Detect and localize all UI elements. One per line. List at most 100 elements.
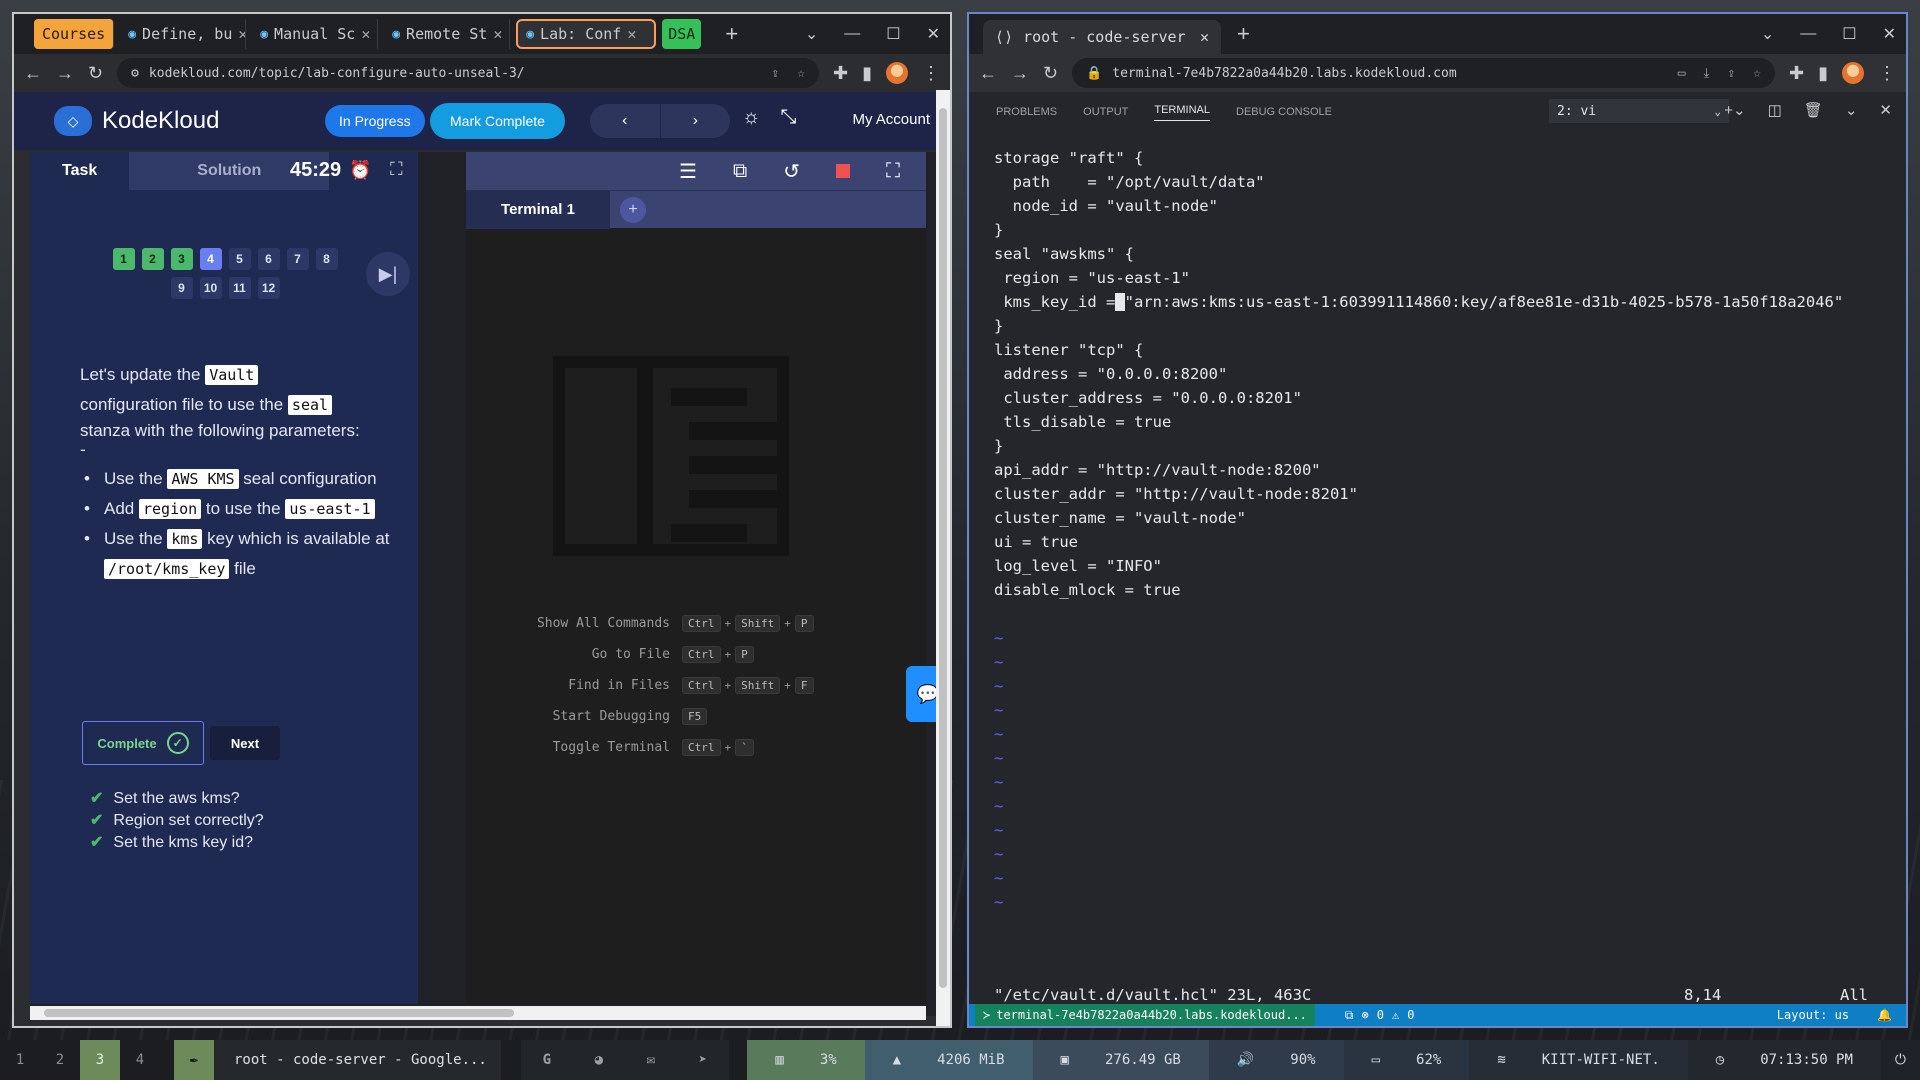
problems-indicator[interactable]: ⧉ ⊗ 0 ⚠ 0 (1345, 1008, 1415, 1023)
vertical-scrollbar[interactable] (936, 90, 950, 1026)
bookmark-star-icon[interactable]: ☆ (797, 66, 805, 81)
step-4[interactable]: 4 (199, 248, 222, 270)
close-tab-icon[interactable]: ✕ (627, 25, 636, 43)
fullscreen-icon[interactable]: ⛶ (886, 160, 900, 183)
lock-icon[interactable]: 🔒 (1086, 66, 1102, 81)
mail-icon[interactable]: ✉ (624, 1040, 677, 1080)
kodekloud-logo[interactable]: ◇ KodeKloud (54, 106, 219, 136)
trash-icon[interactable]: 🗑 (1804, 101, 1823, 119)
vim-editor[interactable]: storage "raft" { path = "/opt/vault/data… (969, 132, 1906, 1026)
power-icon[interactable]: ⏻ (1880, 1040, 1920, 1080)
mark-complete-button[interactable]: Mark Complete (430, 103, 565, 139)
tab-remote[interactable]: ◉ Remote St ✕ (384, 19, 511, 49)
tab-group-dsa[interactable]: DSA (662, 19, 702, 49)
theme-sun-icon[interactable]: ☼ (742, 106, 760, 129)
extensions-icon[interactable]: ✚ (1789, 63, 1804, 84)
tab-define[interactable]: ◉Define, bu✕ (120, 19, 247, 49)
tab-search-icon[interactable]: ⌄ (1761, 24, 1774, 44)
tab-terminal[interactable]: TERMINAL (1154, 104, 1210, 121)
prev-lesson-button[interactable]: ‹ (590, 104, 661, 138)
tab-debug-console[interactable]: DEBUG CONSOLE (1236, 106, 1332, 118)
tab-lab-active[interactable]: ◉ Lab: Conf ✕ (516, 19, 657, 49)
sidebar-icon[interactable]: ▮ (862, 63, 872, 84)
stop-icon[interactable] (836, 164, 850, 178)
close-window-icon[interactable]: ✕ (927, 24, 940, 44)
collapse-icon[interactable]: ⤡ (780, 106, 796, 129)
forward-icon[interactable]: → (56, 63, 74, 84)
share-icon[interactable]: ⇪ (1727, 66, 1735, 81)
step-2[interactable]: 2 (141, 248, 164, 270)
bookmark-star-icon[interactable]: ☆ (1753, 66, 1761, 81)
url-field[interactable]: ⚙ kodekloud.com/topic/lab-configure-auto… (117, 58, 819, 88)
close-tab-icon[interactable]: ✕ (361, 25, 370, 43)
reset-icon[interactable]: ↺ (783, 159, 800, 184)
step-5[interactable]: 5 (228, 248, 251, 270)
split-terminal-icon[interactable]: ◫ (1768, 101, 1782, 119)
step-11[interactable]: 11 (228, 277, 251, 299)
complete-button[interactable]: Complete ✓ (82, 721, 204, 765)
step-8[interactable]: 8 (315, 248, 338, 270)
next-button[interactable]: Next (210, 726, 280, 760)
step-3[interactable]: 3 (170, 248, 193, 270)
new-tab-icon[interactable]: + (725, 21, 738, 47)
back-icon[interactable]: ← (979, 63, 997, 84)
focused-window[interactable]: ✒ root - code-server - Google... (174, 1040, 501, 1080)
install-icon[interactable]: ⤓ (1704, 66, 1710, 81)
workspace-1[interactable]: 1 (0, 1040, 40, 1080)
minimize-icon[interactable]: — (844, 25, 860, 43)
skip-to-end-icon[interactable]: ▶| (366, 252, 410, 296)
profile-avatar-icon[interactable] (886, 62, 908, 84)
bell-icon[interactable]: 🔔 (1877, 1008, 1892, 1022)
close-tab-icon[interactable]: ✕ (493, 25, 502, 43)
tab-terminal-1[interactable]: Terminal 1 (466, 190, 610, 229)
tab-group-courses[interactable]: Courses (34, 19, 115, 49)
close-tab-icon[interactable]: ✕ (238, 25, 245, 43)
menu-kebab-icon[interactable]: ⋮ (1878, 63, 1896, 84)
sidebar-icon[interactable]: ▮ (1818, 63, 1828, 84)
remote-indicator[interactable]: ≻ terminal-7e4b7822a0a44b20.labs.kodeklou… (975, 1004, 1315, 1026)
workspace-2[interactable]: 2 (40, 1040, 80, 1080)
scroll-thumb[interactable] (939, 108, 947, 988)
wifi[interactable]: ≋ KIIT-WIFI-NET. (1469, 1040, 1688, 1080)
tab-task[interactable]: Task (30, 152, 129, 190)
step-9[interactable]: 9 (170, 277, 193, 299)
reload-icon[interactable]: ↻ (1043, 63, 1058, 84)
forward-icon[interactable]: → (1011, 63, 1029, 84)
keyboard-layout[interactable]: Layout: us (1777, 1008, 1849, 1022)
step-10[interactable]: 10 (199, 277, 222, 299)
tab-problems[interactable]: PROBLEMS (996, 106, 1057, 118)
new-terminal-icon[interactable]: +⌄ (1724, 101, 1745, 119)
hamburger-menu-icon[interactable]: ☰ (679, 159, 697, 184)
step-1[interactable]: 1 (112, 248, 135, 270)
maximize-icon[interactable]: ☐ (886, 24, 900, 44)
workspace-4[interactable]: 4 (120, 1040, 160, 1080)
close-window-icon[interactable]: ✕ (1883, 24, 1896, 44)
google-icon[interactable]: G (520, 1040, 573, 1080)
volume[interactable]: 🔊 90% (1208, 1040, 1344, 1080)
next-lesson-button[interactable]: › (661, 104, 731, 138)
site-info-icon[interactable]: ⚙ (131, 66, 139, 81)
step-12[interactable]: 12 (257, 277, 280, 299)
step-6[interactable]: 6 (257, 248, 280, 270)
close-panel-icon[interactable]: ✕ (1879, 101, 1892, 119)
cast-icon[interactable]: ▭ (1678, 66, 1686, 81)
tab-manual[interactable]: ◉ Manual Sc ✕ (252, 19, 379, 49)
workspace-3[interactable]: 3 (80, 1040, 120, 1080)
add-terminal-icon[interactable]: + (620, 196, 646, 223)
tab-output[interactable]: OUTPUT (1083, 106, 1128, 118)
minimize-icon[interactable]: — (1800, 25, 1816, 43)
url-field[interactable]: 🔒 terminal-7e4b7822a0a44b20.labs.kodeklo… (1072, 58, 1775, 88)
profile-avatar-icon[interactable] (1842, 62, 1864, 84)
chevron-down-icon[interactable]: ⌄ (1845, 101, 1858, 119)
menu-kebab-icon[interactable]: ⋮ (922, 63, 940, 84)
close-tab-icon[interactable]: ✕ (1200, 28, 1209, 46)
horizontal-scrollbar[interactable] (30, 1006, 926, 1020)
scroll-thumb[interactable] (44, 1009, 514, 1017)
terminal-instance-select[interactable]: 2: vi ⌄ (1549, 99, 1729, 123)
reload-icon[interactable]: ↻ (88, 63, 103, 84)
back-icon[interactable]: ← (24, 63, 42, 84)
share-icon[interactable]: ⇪ (771, 66, 779, 81)
my-account-link[interactable]: My Account (852, 111, 930, 128)
open-external-icon[interactable]: ⧉ (733, 160, 747, 183)
step-7[interactable]: 7 (286, 248, 309, 270)
